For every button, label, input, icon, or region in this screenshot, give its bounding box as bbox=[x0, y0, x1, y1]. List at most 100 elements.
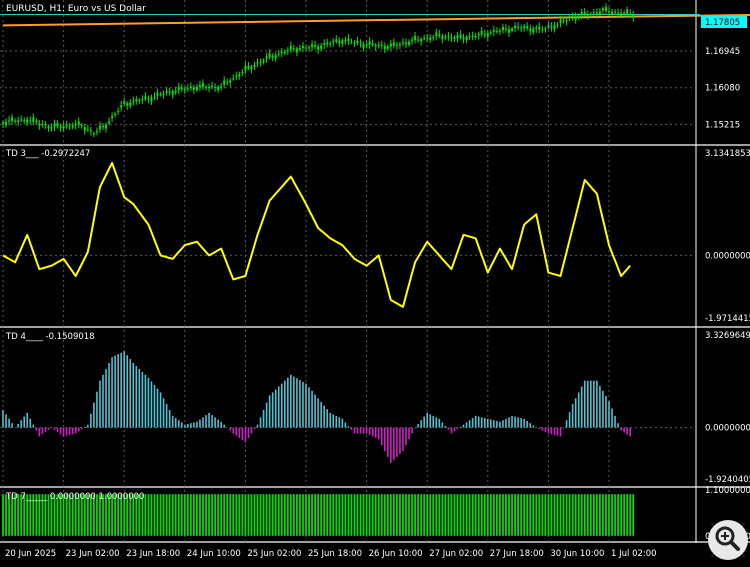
candle-body bbox=[474, 35, 477, 38]
candle-body bbox=[71, 125, 74, 128]
td4-label: TD 4____ -0.1509018 bbox=[5, 332, 95, 342]
candle-body bbox=[595, 12, 598, 15]
candle-body bbox=[462, 37, 465, 40]
candle-body bbox=[295, 48, 298, 53]
candle-body bbox=[14, 120, 17, 122]
magnifier-zoom-icon[interactable] bbox=[708, 520, 748, 560]
candle-body bbox=[244, 66, 247, 70]
candle-body bbox=[341, 40, 344, 45]
candle-body bbox=[135, 99, 138, 102]
candle-body bbox=[180, 87, 183, 90]
candle-body bbox=[80, 125, 83, 127]
main-price-pane[interactable] bbox=[0, 0, 750, 138]
candle-body bbox=[411, 39, 414, 41]
chart-canvas[interactable]: 1.16945 1.16080 1.15215 3.1341853 0.0000000 -… bbox=[0, 0, 750, 563]
candle-body bbox=[398, 44, 401, 46]
candle-body bbox=[101, 125, 104, 128]
time-label: 26 Jun 10:00 bbox=[369, 549, 423, 559]
mt-chart-window[interactable]: 1.16945 1.16080 1.15215 3.1341853 0.0000000 -… bbox=[0, 0, 750, 563]
candle-body bbox=[529, 28, 532, 32]
candle-body bbox=[520, 27, 523, 29]
candle-body bbox=[562, 20, 565, 22]
candle-body bbox=[508, 29, 511, 33]
candle-body bbox=[111, 116, 114, 118]
td4-scale-label: 3.3269649 bbox=[705, 331, 750, 341]
candle-body bbox=[586, 14, 589, 16]
candle-body bbox=[259, 61, 262, 63]
candle-body bbox=[11, 117, 14, 122]
candle-body bbox=[495, 31, 498, 33]
candle-body bbox=[601, 8, 604, 11]
candle-body bbox=[120, 105, 123, 108]
price-scale: 1.16945 1.16080 1.15215 3.1341853 0.0000000 -… bbox=[705, 47, 750, 542]
candle-body bbox=[323, 43, 326, 45]
td3-line bbox=[2, 161, 631, 308]
grid bbox=[0, 0, 750, 543]
candle-body bbox=[280, 52, 283, 54]
candle-body bbox=[629, 13, 632, 15]
candle-body bbox=[98, 125, 101, 130]
candle-body bbox=[235, 75, 238, 77]
td3-pane[interactable] bbox=[2, 161, 631, 308]
candle-body bbox=[598, 11, 601, 15]
candle-body bbox=[147, 98, 150, 100]
candle-body bbox=[83, 127, 86, 131]
time-label: 25 Jun 18:00 bbox=[308, 549, 362, 559]
candle-body bbox=[253, 65, 256, 68]
td7-scale-label: 1.1000000 bbox=[705, 486, 750, 496]
candle-body bbox=[53, 123, 56, 127]
candle-body bbox=[50, 127, 53, 129]
symbol-title: EURUSD, H1: Euro vs US Dollar bbox=[6, 4, 146, 14]
candle-body bbox=[483, 33, 486, 35]
time-label: 27 Jun 02:00 bbox=[429, 549, 483, 559]
candle-body bbox=[77, 121, 80, 126]
candle-body bbox=[414, 36, 417, 41]
candle-body bbox=[86, 129, 89, 131]
candle-body bbox=[317, 46, 320, 50]
candle-body bbox=[265, 56, 268, 59]
candle-body bbox=[141, 99, 144, 101]
time-label: 27 Jun 18:00 bbox=[490, 549, 544, 559]
candle-body bbox=[468, 36, 471, 38]
candle-body bbox=[514, 25, 517, 28]
candle-body bbox=[338, 40, 341, 43]
candle-body bbox=[114, 114, 117, 116]
candle-body bbox=[241, 72, 244, 74]
td3-scale-label: -1.9714415 bbox=[705, 314, 750, 324]
candle-body bbox=[105, 125, 108, 129]
candle-body bbox=[123, 101, 126, 104]
candle-body bbox=[168, 91, 171, 93]
candle-body bbox=[541, 29, 544, 31]
candle-body bbox=[189, 86, 192, 88]
candle-body bbox=[171, 91, 174, 95]
candle-body bbox=[89, 130, 92, 132]
candle-body bbox=[453, 37, 456, 40]
candle-body bbox=[489, 32, 492, 34]
td3-label: TD 3___ -0.2972247 bbox=[5, 149, 90, 159]
candle-body bbox=[41, 124, 44, 126]
candle-body bbox=[26, 119, 29, 123]
candle-body bbox=[177, 87, 180, 91]
candle-body bbox=[535, 27, 538, 30]
candle-body bbox=[20, 119, 23, 121]
td4-pane[interactable] bbox=[2, 351, 632, 463]
price-scale-label: 1.15215 bbox=[705, 120, 740, 130]
candle-body bbox=[201, 83, 204, 87]
candle-body bbox=[274, 55, 277, 59]
candle-body bbox=[450, 37, 453, 39]
candle-body bbox=[589, 13, 592, 15]
candle-body bbox=[208, 86, 211, 89]
candle-body bbox=[186, 88, 189, 90]
time-label: 30 Jun 10:00 bbox=[550, 549, 604, 559]
candle-body bbox=[565, 20, 568, 22]
candle-body bbox=[232, 78, 235, 80]
candle-body bbox=[423, 38, 426, 40]
candle-body bbox=[486, 33, 489, 38]
candle-body bbox=[23, 119, 26, 121]
time-axis: 20 Jun 2025 23 Jun 02:00 23 Jun 18:00 24 Ju… bbox=[5, 549, 657, 559]
candle-body bbox=[383, 46, 386, 50]
candle-body bbox=[32, 117, 35, 122]
candle-body bbox=[435, 32, 438, 37]
candle-body bbox=[404, 42, 407, 44]
candle-body bbox=[429, 37, 432, 41]
